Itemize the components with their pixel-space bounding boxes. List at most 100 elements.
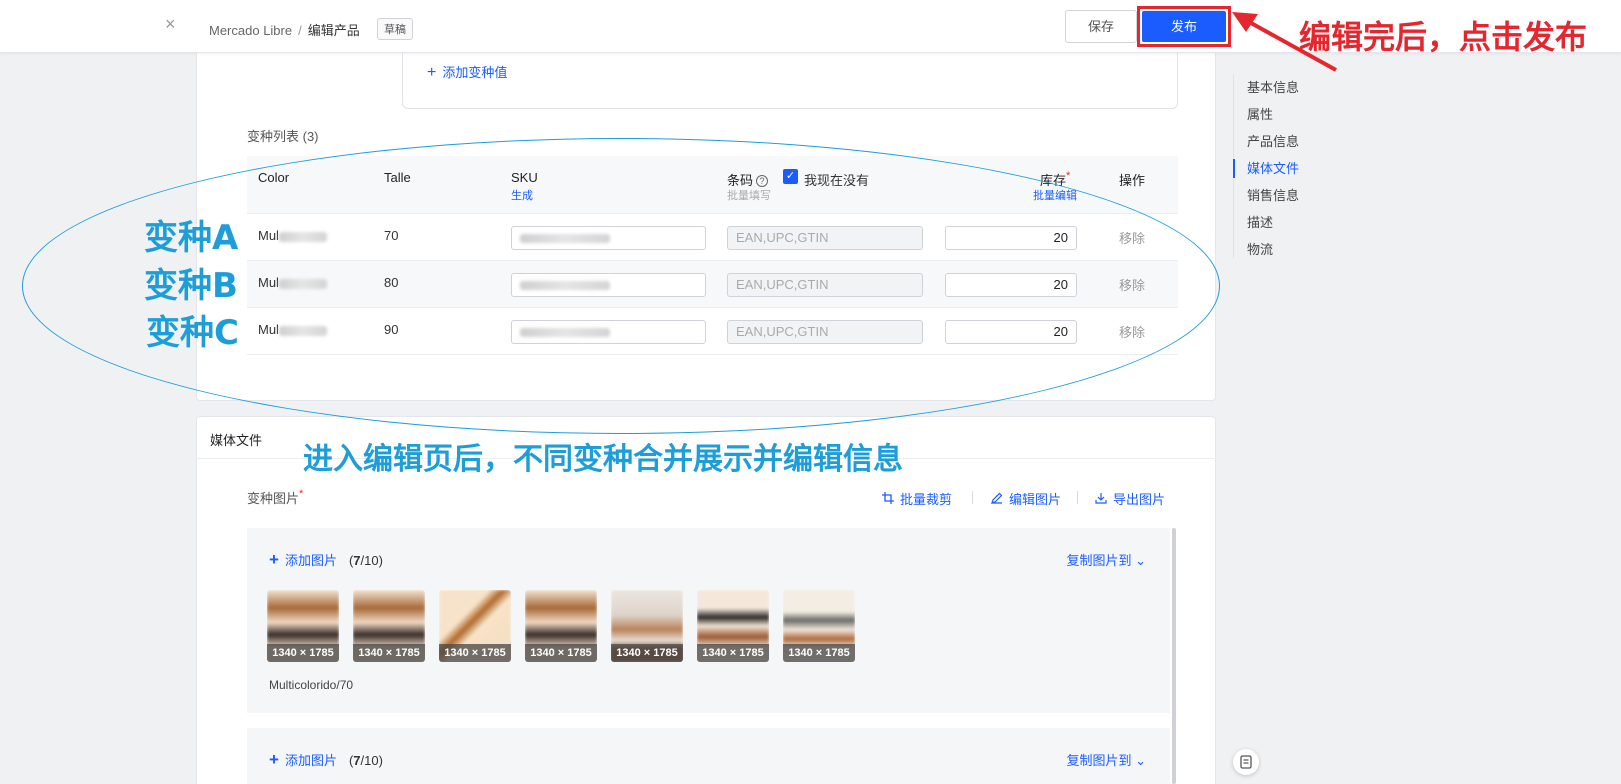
sku-input[interactable]	[511, 273, 706, 297]
save-button[interactable]: 保存	[1065, 10, 1137, 43]
export-images-button[interactable]: 导出图片	[1095, 489, 1165, 508]
nav-item-logistics[interactable]: 物流	[1233, 236, 1333, 263]
remove-button[interactable]: 移除	[1119, 228, 1145, 247]
image-count: (7/10)	[348, 753, 383, 768]
sku-generate-link[interactable]: 生成	[511, 187, 533, 203]
media-section-title: 媒体文件	[210, 433, 263, 448]
nav-item-product-info[interactable]: 产品信息	[1233, 128, 1333, 155]
variant-row: Mul 80 EAN,UPC,GTIN 20 移除	[247, 261, 1178, 308]
variant-color-cell: Mul	[258, 322, 327, 337]
publish-button[interactable]: 发布	[1142, 11, 1226, 42]
nav-item-media[interactable]: 媒体文件	[1233, 155, 1333, 182]
breadcrumb-current: 编辑产品	[307, 23, 360, 38]
breadcrumb: Mercado Libre / 编辑产品	[209, 20, 360, 39]
image-thumbnail[interactable]: 1340 × 1785	[267, 590, 339, 662]
add-image-button[interactable]: + 添加图片 (7/10)	[269, 750, 383, 770]
stock-batch-edit-link[interactable]: 批量编辑	[1033, 187, 1077, 203]
document-icon[interactable]	[1233, 749, 1259, 775]
image-count-current: 7	[353, 753, 361, 768]
variant-color-text: Mul	[258, 228, 279, 243]
image-dimensions: 1340 × 1785	[697, 644, 769, 662]
stock-input[interactable]: 20	[945, 226, 1077, 250]
image-thumbnail[interactable]: 1340 × 1785	[439, 590, 511, 662]
column-header-sku: SKU	[511, 170, 538, 185]
variant-c-label: 变种C	[146, 313, 239, 353]
image-dimensions: 1340 × 1785	[439, 644, 511, 662]
image-thumbnail[interactable]: 1340 × 1785	[783, 590, 855, 662]
edit-images-label: 编辑图片	[1009, 492, 1062, 507]
image-dimensions: 1340 × 1785	[611, 644, 683, 662]
nav-item-basic-info[interactable]: 基本信息	[1233, 74, 1333, 101]
add-variant-value-button[interactable]: + 添加变种值	[427, 62, 507, 82]
add-image-button[interactable]: + 添加图片 (7/10)	[269, 550, 383, 570]
variant-image-panel: + 添加图片 (7/10) 复制图片到 ⌄ 1340 × 1785 1340 × 1…	[247, 528, 1170, 713]
nav-item-description[interactable]: 描述	[1233, 209, 1333, 236]
copy-images-to-dropdown[interactable]: 复制图片到 ⌄	[1066, 550, 1146, 569]
required-mark: *	[1066, 170, 1071, 182]
copy-images-to-dropdown[interactable]: 复制图片到 ⌄	[1066, 750, 1146, 769]
stock-header-label: 库存	[1040, 173, 1067, 188]
remove-button[interactable]: 移除	[1119, 322, 1145, 341]
variant-color-text: Mul	[258, 322, 279, 337]
section-nav: 基本信息 属性 产品信息 媒体文件 销售信息 描述 物流	[1233, 74, 1333, 263]
toolbar-divider	[1077, 491, 1078, 504]
barcode-input: EAN,UPC,GTIN	[727, 273, 923, 297]
variant-table-header: Color Talle SKU 生成 条码? 批量填写 ✓ 我现在没有 库存* …	[247, 156, 1178, 214]
stock-input[interactable]: 20	[945, 320, 1077, 344]
publish-hint-annotation: 编辑完后，点击发布	[1299, 18, 1588, 56]
image-dimensions: 1340 × 1785	[783, 644, 855, 662]
toolbar-divider	[972, 491, 973, 504]
image-thumbnail[interactable]: 1340 × 1785	[697, 590, 769, 662]
variant-a-label: 变种A	[144, 218, 239, 258]
breadcrumb-separator: /	[298, 23, 302, 38]
barcode-batch-fill-link: 批量填写	[727, 190, 771, 202]
no-barcode-checkbox-label[interactable]: 我现在没有	[804, 170, 869, 189]
close-icon[interactable]: ×	[165, 14, 176, 35]
batch-crop-button[interactable]: 批量裁剪	[882, 489, 952, 508]
image-count-current: 7	[353, 553, 361, 568]
image-thumbnail[interactable]: 1340 × 1785	[353, 590, 425, 662]
variant-images-label: 变种图片	[247, 491, 300, 506]
column-header-talle: Talle	[384, 170, 411, 185]
variant-image-panel: + 添加图片 (7/10) 复制图片到 ⌄	[247, 728, 1170, 784]
plus-icon: +	[427, 64, 437, 81]
image-count-total: /10	[360, 553, 379, 568]
required-mark: *	[299, 488, 304, 500]
merge-hint-annotation: 进入编辑页后，不同变种合并展示并编辑信息	[303, 442, 903, 477]
image-thumbnail[interactable]: 1340 × 1785	[611, 590, 683, 662]
copy-images-label: 复制图片到	[1066, 553, 1132, 568]
image-dimensions: 1340 × 1785	[525, 644, 597, 662]
blurred-text	[278, 278, 327, 289]
stock-input[interactable]: 20	[945, 273, 1077, 297]
variant-values-box	[402, 53, 1178, 109]
sku-input[interactable]	[511, 320, 706, 344]
copy-images-label: 复制图片到	[1066, 753, 1132, 768]
draft-badge: 草稿	[377, 18, 413, 40]
breadcrumb-root[interactable]: Mercado Libre	[209, 23, 292, 38]
barcode-input: EAN,UPC,GTIN	[727, 226, 923, 250]
scrollbar[interactable]	[1172, 528, 1176, 784]
plus-icon: +	[269, 750, 279, 769]
blurred-text	[278, 231, 327, 242]
column-header-actions: 操作	[1119, 173, 1146, 188]
barcode-header-label: 条码	[727, 173, 754, 188]
blurred-text	[520, 328, 610, 338]
remove-button[interactable]: 移除	[1119, 275, 1145, 294]
sku-input[interactable]	[511, 226, 706, 250]
blurred-text	[520, 234, 610, 244]
image-thumbnail[interactable]: 1340 × 1785	[525, 590, 597, 662]
blurred-text	[520, 281, 610, 291]
export-images-label: 导出图片	[1113, 492, 1166, 507]
nav-item-sales-info[interactable]: 销售信息	[1233, 182, 1333, 209]
variant-talle-cell: 80	[384, 275, 399, 290]
batch-crop-label: 批量裁剪	[900, 492, 953, 507]
nav-item-attributes[interactable]: 属性	[1233, 101, 1333, 128]
variant-color-text: Mul	[258, 275, 279, 290]
edit-images-button[interactable]: 编辑图片	[991, 489, 1061, 508]
variant-images-title: 变种图片*	[247, 488, 303, 507]
download-icon	[1095, 493, 1107, 504]
help-icon[interactable]: ?	[756, 175, 769, 187]
no-barcode-checkbox[interactable]: ✓	[783, 169, 798, 184]
variant-list-title: 变种列表 (3)	[247, 129, 319, 144]
image-count-total: /10	[360, 753, 379, 768]
